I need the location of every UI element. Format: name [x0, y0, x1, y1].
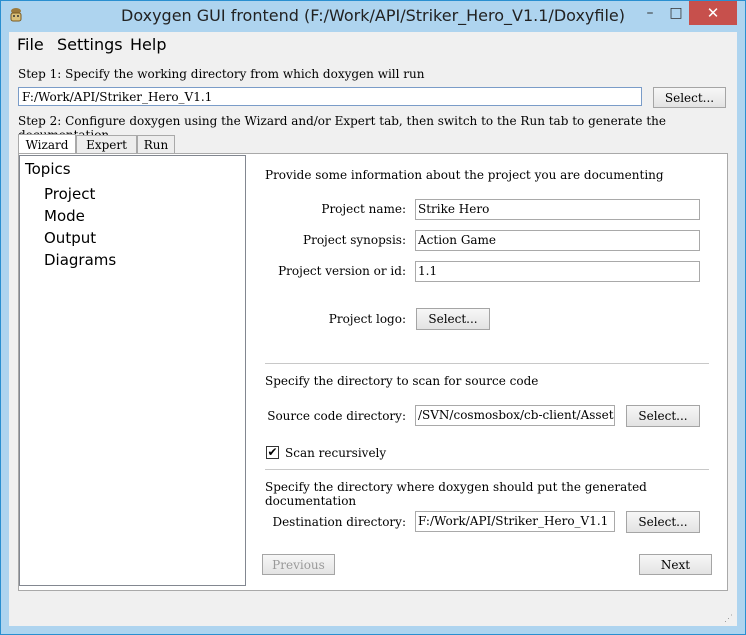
- dest-dir-label: Destination directory:: [272, 515, 406, 529]
- menu-file[interactable]: File: [17, 35, 44, 54]
- separator-2: [265, 469, 709, 471]
- dest-intro: Specify the directory where doxygen shou…: [265, 480, 647, 508]
- project-version-input[interactable]: 1.1: [415, 261, 700, 282]
- topic-mode[interactable]: Mode: [44, 207, 85, 225]
- topic-output[interactable]: Output: [44, 229, 96, 247]
- project-synopsis-label: Project synopsis:: [303, 233, 406, 247]
- separator-1: [265, 363, 709, 365]
- topic-diagrams[interactable]: Diagrams: [44, 251, 116, 269]
- source-dir-select-button[interactable]: Select...: [626, 405, 700, 427]
- project-intro: Provide some information about the proje…: [265, 168, 664, 182]
- scan-recursively-label: Scan recursively: [285, 446, 387, 460]
- maximize-button[interactable]: □: [663, 1, 689, 25]
- source-dir-input[interactable]: /SVN/cosmosbox/cb-client/Assets: [415, 405, 615, 426]
- window-title: Doxygen GUI frontend (F:/Work/API/Strike…: [121, 6, 625, 25]
- tab-expert[interactable]: Expert: [76, 135, 137, 154]
- menu-bar: File Settings Help: [9, 32, 737, 56]
- step1-label: Step 1: Specify the working directory fr…: [18, 67, 425, 81]
- project-logo-select-button[interactable]: Select...: [416, 308, 490, 330]
- project-logo-label: Project logo:: [328, 312, 406, 326]
- tab-wizard[interactable]: Wizard: [18, 134, 76, 154]
- client-area: File Settings Help Step 1: Specify the w…: [9, 32, 737, 626]
- next-button[interactable]: Next: [639, 554, 712, 575]
- project-name-label: Project name:: [321, 202, 406, 216]
- close-button[interactable]: ✕: [689, 1, 737, 25]
- topics-header: Topics: [25, 160, 71, 178]
- working-directory-select-button[interactable]: Select...: [653, 87, 726, 108]
- project-synopsis-input[interactable]: Action Game: [415, 230, 700, 251]
- topic-project[interactable]: Project: [44, 185, 95, 203]
- project-name-input[interactable]: Strike Hero: [415, 199, 700, 220]
- previous-button[interactable]: Previous: [262, 554, 335, 575]
- dest-dir-select-button[interactable]: Select...: [626, 511, 700, 533]
- project-version-label: Project version or id:: [278, 264, 406, 278]
- menu-help[interactable]: Help: [130, 35, 166, 54]
- source-dir-label: Source code directory:: [267, 409, 406, 423]
- tab-run[interactable]: Run: [137, 135, 175, 154]
- topics-tree: Topics Project Mode Output Diagrams: [19, 155, 246, 586]
- working-directory-input[interactable]: F:/Work/API/Striker_Hero_V1.1: [18, 87, 642, 106]
- title-bar[interactable]: Doxygen GUI frontend (F:/Work/API/Strike…: [1, 1, 745, 33]
- menu-settings[interactable]: Settings: [57, 35, 123, 54]
- source-intro: Specify the directory to scan for source…: [265, 374, 539, 388]
- resize-grip-icon[interactable]: ⋰: [724, 614, 733, 624]
- app-window: Doxygen GUI frontend (F:/Work/API/Strike…: [0, 0, 746, 635]
- dest-dir-input[interactable]: F:/Work/API/Striker_Hero_V1.1: [415, 511, 615, 532]
- minimize-button[interactable]: –: [637, 1, 663, 25]
- scan-recursively-checkbox[interactable]: ✔: [266, 446, 279, 459]
